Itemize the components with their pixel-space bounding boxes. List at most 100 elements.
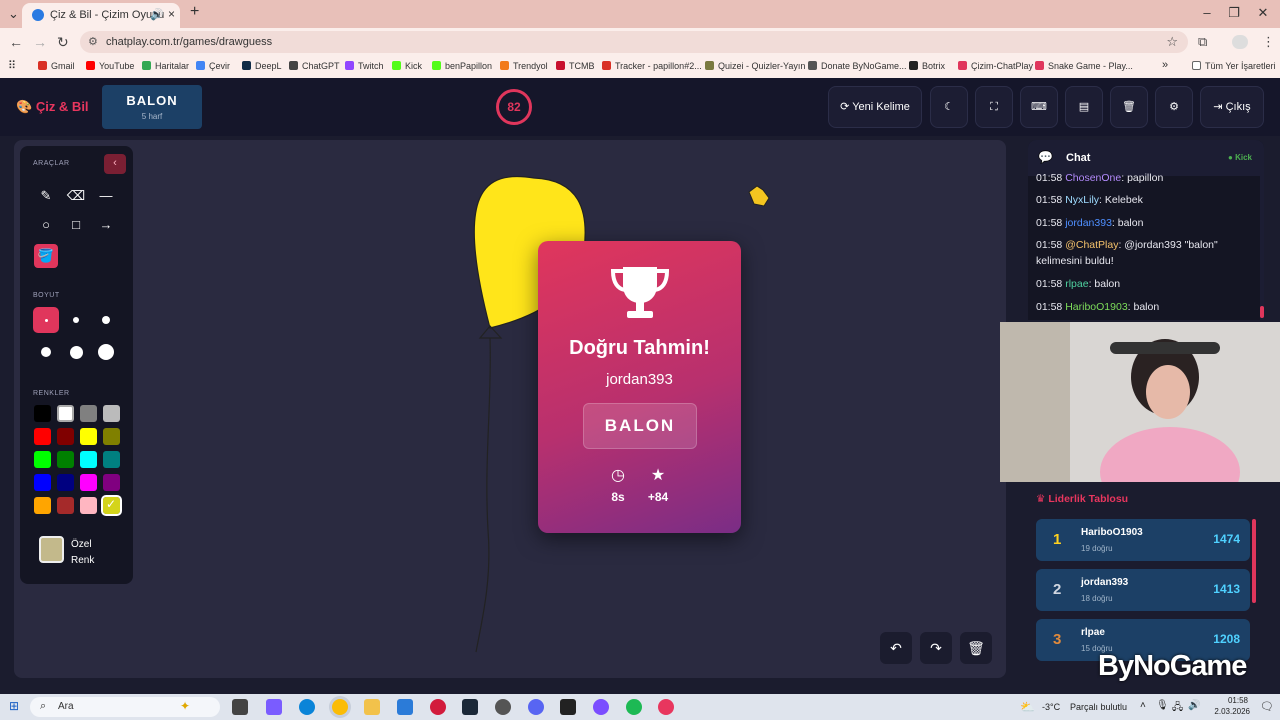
redo-button[interactable]: ↷ bbox=[920, 632, 952, 664]
task-view-icon[interactable] bbox=[232, 699, 248, 715]
bookmark-link[interactable]: Kick bbox=[392, 61, 422, 71]
site-info-icon[interactable]: ⚙ bbox=[88, 35, 98, 48]
color-swatch[interactable] bbox=[103, 474, 120, 491]
discord-icon[interactable] bbox=[528, 699, 544, 715]
app-logo[interactable]: 🎨 Çiz & Bil bbox=[16, 99, 89, 115]
close-window-icon[interactable]: ✕ bbox=[1248, 5, 1278, 21]
network-icon[interactable]: 🖧 bbox=[1172, 700, 1183, 717]
size-option[interactable] bbox=[93, 339, 119, 365]
leaderboard-scrollbar[interactable] bbox=[1252, 519, 1256, 603]
archive-button[interactable]: ▤ bbox=[1065, 86, 1103, 128]
color-swatch[interactable] bbox=[80, 428, 97, 445]
bookmark-link[interactable]: Quizei - Quizler-Yayın bbox=[705, 61, 805, 71]
taskbar-search[interactable]: ⌕ Ara ✦ bbox=[30, 697, 220, 717]
collapse-panel-button[interactable]: ‹ bbox=[104, 154, 126, 174]
bookmark-link[interactable]: Snake Game - Play... bbox=[1035, 61, 1133, 71]
size-option[interactable] bbox=[63, 339, 89, 365]
bookmark-link[interactable]: TCMB bbox=[556, 61, 595, 71]
chat-username[interactable]: NyxLily bbox=[1065, 194, 1099, 206]
color-swatch[interactable] bbox=[57, 428, 74, 445]
notifications-icon[interactable]: 🗨 bbox=[1260, 700, 1274, 713]
bookmark-link[interactable]: DeepL bbox=[242, 61, 282, 71]
reload-icon[interactable]: ↻ bbox=[57, 34, 69, 51]
bookmark-link[interactable]: Haritalar bbox=[142, 61, 189, 71]
volume-icon[interactable]: 🔊 bbox=[1188, 700, 1200, 711]
undo-button[interactable]: ↶ bbox=[880, 632, 912, 664]
chat-scrollbar[interactable] bbox=[1260, 176, 1264, 320]
bookmark-link[interactable]: Twitch bbox=[345, 61, 384, 71]
color-swatch[interactable] bbox=[34, 474, 51, 491]
spotify-icon[interactable] bbox=[626, 699, 642, 715]
menu-icon[interactable]: ⋮ bbox=[1262, 34, 1275, 50]
tab-close-icon[interactable]: × bbox=[168, 7, 175, 21]
color-swatch[interactable] bbox=[57, 497, 74, 514]
color-swatch[interactable] bbox=[103, 405, 120, 422]
extensions-icon[interactable]: ⧉ bbox=[1198, 34, 1207, 50]
color-swatch[interactable] bbox=[34, 451, 51, 468]
chat-username[interactable]: rlpae bbox=[1065, 278, 1088, 290]
url-input[interactable]: ⚙ chatplay.com.tr/games/drawguess ☆ bbox=[80, 31, 1188, 53]
size-option[interactable] bbox=[93, 307, 119, 333]
tray-overflow-icon[interactable]: ˄ bbox=[1140, 700, 1146, 711]
color-swatch[interactable] bbox=[80, 497, 97, 514]
steam-icon[interactable] bbox=[462, 699, 478, 715]
delete-button[interactable]: 🗑 bbox=[1110, 86, 1148, 128]
chatplay-icon[interactable] bbox=[658, 699, 674, 715]
back-icon[interactable]: ← bbox=[9, 34, 23, 50]
edge-icon[interactable] bbox=[299, 699, 315, 715]
restore-icon[interactable]: ❐ bbox=[1219, 5, 1249, 21]
bookmark-link[interactable]: Donate ByNoGame... bbox=[808, 61, 907, 71]
chat-scroll-thumb[interactable] bbox=[1260, 306, 1264, 318]
new-word-button[interactable]: ⟳ Yeni Kelime bbox=[828, 86, 922, 128]
bookmark-link[interactable]: benPapillon bbox=[432, 61, 492, 71]
minimize-icon[interactable]: – bbox=[1192, 5, 1222, 20]
color-swatch[interactable] bbox=[80, 474, 97, 491]
microphone-icon[interactable]: 🎙 bbox=[1156, 700, 1169, 711]
bookmark-link[interactable]: Çizim-ChatPlay bbox=[958, 61, 1033, 71]
tab-list-icon[interactable]: ⌄ bbox=[8, 6, 19, 22]
fill-tool[interactable]: 🪣 bbox=[34, 244, 58, 268]
color-swatch[interactable] bbox=[34, 405, 51, 422]
capcut-icon[interactable] bbox=[560, 699, 576, 715]
settings-button[interactable]: ⚙ bbox=[1155, 86, 1193, 128]
profile-icon[interactable] bbox=[1232, 35, 1248, 49]
brush-tool[interactable]: ✎ bbox=[34, 184, 58, 208]
line-tool[interactable]: — bbox=[94, 184, 118, 208]
explorer-icon[interactable] bbox=[364, 699, 380, 715]
apps-grid-icon[interactable]: ⠿ bbox=[8, 59, 16, 72]
color-swatch[interactable] bbox=[103, 428, 120, 445]
chat-username[interactable]: ChosenOne bbox=[1065, 172, 1121, 184]
chrome-icon[interactable] bbox=[332, 699, 348, 715]
bookmark-link[interactable]: Tracker - papillon#2... bbox=[602, 61, 702, 71]
all-bookmarks-link[interactable]: Tüm Yer İşaretleri bbox=[1192, 61, 1276, 71]
color-swatch[interactable] bbox=[57, 451, 74, 468]
color-swatch[interactable] bbox=[57, 474, 74, 491]
bookmark-link[interactable]: Trendyol bbox=[500, 61, 548, 71]
keyboard-button[interactable]: ⌨ bbox=[1020, 86, 1058, 128]
new-tab-button[interactable]: + bbox=[190, 3, 199, 21]
color-swatch[interactable] bbox=[80, 405, 97, 422]
mail-icon[interactable] bbox=[397, 699, 413, 715]
bookmark-link[interactable]: Botrix bbox=[909, 61, 945, 71]
chat-username[interactable]: @ChatPlay bbox=[1065, 239, 1118, 251]
bookmark-link[interactable]: YouTube bbox=[86, 61, 134, 71]
custom-color-button[interactable]: Özel Renk bbox=[33, 536, 121, 566]
forward-icon[interactable]: → bbox=[33, 34, 47, 50]
chat-username[interactable]: HariboO1903 bbox=[1065, 301, 1127, 313]
copilot-icon[interactable] bbox=[266, 699, 282, 715]
opera-icon[interactable] bbox=[430, 699, 446, 715]
color-swatch[interactable]: ✓ bbox=[101, 495, 122, 516]
color-swatch[interactable] bbox=[80, 451, 97, 468]
windows-start-icon[interactable]: ⊞ bbox=[9, 699, 19, 713]
arrow-tool[interactable]: → bbox=[94, 213, 118, 237]
color-swatch[interactable] bbox=[57, 405, 74, 422]
bookmarks-overflow-icon[interactable]: » bbox=[1162, 59, 1168, 71]
size-option[interactable] bbox=[63, 307, 89, 333]
rectangle-tool[interactable]: □ bbox=[64, 213, 88, 237]
theme-toggle-button[interactable]: ☾ bbox=[930, 86, 968, 128]
bookmark-link[interactable]: Gmail bbox=[38, 61, 75, 71]
drawing-canvas[interactable]: ↶ ↷ 🗑 bbox=[14, 140, 1006, 678]
color-swatch[interactable] bbox=[34, 497, 51, 514]
tab-audio-icon[interactable]: 🔊 bbox=[150, 8, 164, 21]
color-swatch[interactable] bbox=[34, 428, 51, 445]
